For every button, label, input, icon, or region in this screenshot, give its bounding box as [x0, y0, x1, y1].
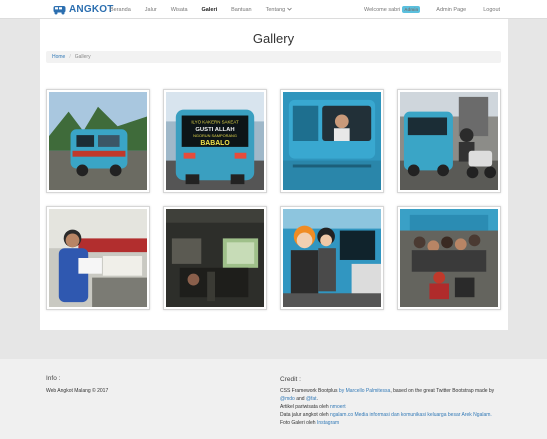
- nav-jalur[interactable]: Jalur: [145, 7, 157, 13]
- credit-line-5: Foto Galeri oleh Instagram: [280, 419, 510, 427]
- breadcrumb-current: Gallery: [74, 54, 91, 60]
- angkot-photo-6: [166, 209, 264, 307]
- gallery-image-8[interactable]: [397, 206, 501, 310]
- breadcrumb-separator: /: [69, 54, 71, 60]
- angkot-photo-8: [400, 209, 498, 307]
- footer-credit-title: Credit :: [280, 376, 301, 383]
- footer-info-title: Info :: [46, 375, 61, 382]
- footer-copyright: Web Angkot Malang © 2017: [46, 388, 109, 394]
- sign-line-1: ILYO KAKERN SAKEAT: [191, 119, 239, 124]
- welcome-text: Welcome sabri: [364, 6, 401, 13]
- angkot-photo-7: [283, 209, 381, 307]
- credit-text: CSS Framework Bootplus: [280, 388, 339, 394]
- admin-badge: Admin: [402, 6, 421, 13]
- nav-wisata[interactable]: Wisata: [171, 7, 188, 13]
- nav-beranda[interactable]: Beranda: [110, 7, 131, 13]
- nav-bantuan[interactable]: Bantuan: [231, 7, 252, 13]
- angkot-photo-4: [400, 92, 498, 190]
- angkot-photo-3: [283, 92, 381, 190]
- nav-galeri[interactable]: Galeri: [202, 7, 218, 13]
- credit-text: , based on the great Twitter Bootstrap m…: [390, 388, 495, 394]
- credit-link-bootplus[interactable]: by Marcello Palmitessa: [339, 388, 390, 394]
- credit-line-3: Artikel pariwisata oleh nmoert: [280, 403, 510, 411]
- breadcrumb: Home / Gallery: [46, 51, 501, 63]
- top-navbar: ANGKOT Beranda Jalur Wisata Galeri Bantu…: [0, 0, 547, 19]
- credit-text: and: [294, 396, 306, 402]
- chevron-down-icon: [286, 7, 292, 11]
- gallery-image-6[interactable]: [163, 206, 267, 310]
- gallery-image-3[interactable]: [280, 89, 384, 193]
- gallery-image-4[interactable]: [397, 89, 501, 193]
- sign-line-4: BABALO: [200, 140, 230, 147]
- breadcrumb-home[interactable]: Home: [52, 54, 65, 60]
- gallery-image-2[interactable]: ILYO KAKERN SAKEAT GUSTI ALLAH NGORUN SA…: [163, 89, 267, 193]
- sign-line-3: NGORUN SAMPORANG: [193, 133, 237, 138]
- credit-link-fat[interactable]: @fat: [306, 396, 317, 402]
- nav-tentang-label: Tentang: [265, 6, 286, 13]
- credit-link-ngalam[interactable]: ngalam.co Media informasi dan komunikasi…: [330, 412, 492, 418]
- footer-info: Info : Web Angkot Malang © 2017: [46, 375, 108, 394]
- gallery-image-1[interactable]: [46, 89, 150, 193]
- credit-link-nmoert[interactable]: nmoert: [330, 404, 346, 410]
- credit-text: Data jalur angkot oleh: [280, 412, 331, 418]
- gallery-image-5[interactable]: [46, 206, 150, 310]
- credit-line-4: Data jalur angkot oleh ngalam.co Media i…: [280, 411, 510, 419]
- page-title: Gallery: [252, 31, 295, 46]
- brand-logo[interactable]: ANGKOT: [53, 3, 114, 16]
- credit-text: Artikel pariwisata oleh: [280, 404, 331, 410]
- angkot-photo-1: [49, 92, 147, 190]
- logout-link[interactable]: Logout: [483, 7, 500, 13]
- credit-text: Foto Galeri oleh: [280, 420, 317, 426]
- credit-link-mdo[interactable]: @mdo: [280, 396, 295, 402]
- angkot-photo-2: ILYO KAKERN SAKEAT GUSTI ALLAH NGORUN SA…: [166, 92, 264, 190]
- credit-line-2: @mdo and @fat.: [280, 395, 510, 403]
- admin-page-link[interactable]: Admin Page: [436, 7, 466, 13]
- credit-link-instagram[interactable]: Instagram: [317, 420, 339, 426]
- credit-line-1: CSS Framework Bootplus by Marcello Palmi…: [280, 387, 510, 395]
- footer-credit: Credit : CSS Framework Bootplus by Marce…: [280, 375, 510, 427]
- angkot-photo-5: [49, 209, 147, 307]
- bus-icon: [53, 5, 66, 14]
- brand-name: ANGKOT: [69, 4, 114, 15]
- footer: Info : Web Angkot Malang © 2017 Credit :…: [0, 359, 547, 439]
- nav-tentang-dropdown[interactable]: Tentang: [266, 7, 292, 13]
- gallery-image-7[interactable]: [280, 206, 384, 310]
- credit-text: .: [316, 396, 318, 402]
